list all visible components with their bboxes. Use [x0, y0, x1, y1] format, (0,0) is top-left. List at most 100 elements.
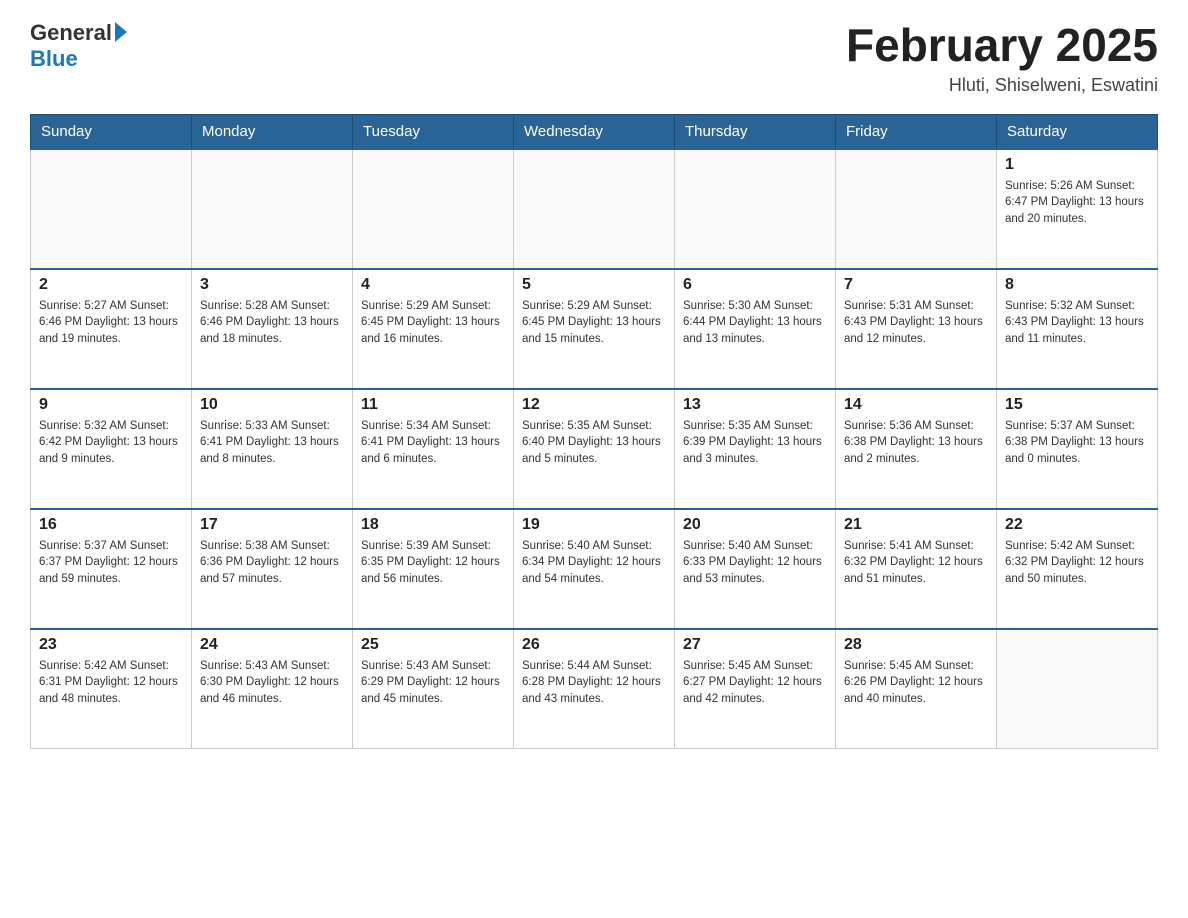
day-number: 19	[522, 516, 666, 534]
day-cell: 16 Sunrise: 5:37 AM Sunset: 6:37 PM Dayli…	[31, 509, 192, 629]
weekday-header-thursday: Thursday	[675, 114, 836, 149]
day-cell: 9 Sunrise: 5:32 AM Sunset: 6:42 PM Daylig…	[31, 389, 192, 509]
page-header: General Blue February 2025 Hluti, Shisel…	[30, 20, 1158, 96]
day-info: Sunrise: 5:45 AM Sunset: 6:27 PM Dayligh…	[683, 658, 827, 708]
weekday-header-monday: Monday	[192, 114, 353, 149]
day-info: Sunrise: 5:42 AM Sunset: 6:32 PM Dayligh…	[1005, 538, 1149, 588]
day-cell: 22 Sunrise: 5:42 AM Sunset: 6:32 PM Dayli…	[997, 509, 1158, 629]
weekday-header-sunday: Sunday	[31, 114, 192, 149]
day-cell: 28 Sunrise: 5:45 AM Sunset: 6:26 PM Dayli…	[836, 629, 997, 749]
day-cell: 12 Sunrise: 5:35 AM Sunset: 6:40 PM Dayli…	[514, 389, 675, 509]
day-info: Sunrise: 5:37 AM Sunset: 6:38 PM Dayligh…	[1005, 418, 1149, 468]
weekday-header-saturday: Saturday	[997, 114, 1158, 149]
day-info: Sunrise: 5:28 AM Sunset: 6:46 PM Dayligh…	[200, 298, 344, 348]
day-cell	[997, 629, 1158, 749]
day-number: 12	[522, 396, 666, 414]
day-info: Sunrise: 5:40 AM Sunset: 6:33 PM Dayligh…	[683, 538, 827, 588]
weekday-header-tuesday: Tuesday	[353, 114, 514, 149]
day-number: 24	[200, 636, 344, 654]
day-info: Sunrise: 5:30 AM Sunset: 6:44 PM Dayligh…	[683, 298, 827, 348]
title-section: February 2025 Hluti, Shiselweni, Eswatin…	[846, 20, 1158, 96]
day-cell: 13Sunrise: 5:35 AM Sunset: 6:39 PM Dayli…	[675, 389, 836, 509]
day-number: 15	[1005, 396, 1149, 414]
weekday-header-wednesday: Wednesday	[514, 114, 675, 149]
location-title: Hluti, Shiselweni, Eswatini	[846, 75, 1158, 96]
day-cell: 19Sunrise: 5:40 AM Sunset: 6:34 PM Dayli…	[514, 509, 675, 629]
day-cell	[514, 149, 675, 269]
day-number: 5	[522, 276, 666, 294]
day-cell: 7 Sunrise: 5:31 AM Sunset: 6:43 PM Daylig…	[836, 269, 997, 389]
month-title: February 2025	[846, 20, 1158, 71]
day-number: 3	[200, 276, 344, 294]
day-info: Sunrise: 5:32 AM Sunset: 6:43 PM Dayligh…	[1005, 298, 1149, 348]
day-number: 2	[39, 276, 183, 294]
day-cell: 23Sunrise: 5:42 AM Sunset: 6:31 PM Dayli…	[31, 629, 192, 749]
day-cell: 26Sunrise: 5:44 AM Sunset: 6:28 PM Dayli…	[514, 629, 675, 749]
week-row-2: 2 Sunrise: 5:27 AM Sunset: 6:46 PM Daylig…	[31, 269, 1158, 389]
day-number: 6	[683, 276, 827, 294]
week-row-4: 16 Sunrise: 5:37 AM Sunset: 6:37 PM Dayli…	[31, 509, 1158, 629]
week-row-3: 9 Sunrise: 5:32 AM Sunset: 6:42 PM Daylig…	[31, 389, 1158, 509]
day-number: 25	[361, 636, 505, 654]
day-cell: 5 Sunrise: 5:29 AM Sunset: 6:45 PM Daylig…	[514, 269, 675, 389]
day-cell: 3 Sunrise: 5:28 AM Sunset: 6:46 PM Daylig…	[192, 269, 353, 389]
day-cell	[836, 149, 997, 269]
day-cell: 11Sunrise: 5:34 AM Sunset: 6:41 PM Dayli…	[353, 389, 514, 509]
day-cell	[353, 149, 514, 269]
calendar-table: SundayMondayTuesdayWednesdayThursdayFrid…	[30, 114, 1158, 750]
day-number: 7	[844, 276, 988, 294]
day-cell: 4Sunrise: 5:29 AM Sunset: 6:45 PM Daylig…	[353, 269, 514, 389]
day-number: 28	[844, 636, 988, 654]
logo-text-general: General	[30, 20, 112, 46]
day-number: 23	[39, 636, 183, 654]
logo-text-blue: Blue	[30, 46, 78, 72]
day-number: 14	[844, 396, 988, 414]
day-number: 13	[683, 396, 827, 414]
day-info: Sunrise: 5:26 AM Sunset: 6:47 PM Dayligh…	[1005, 178, 1149, 228]
day-number: 18	[361, 516, 505, 534]
day-info: Sunrise: 5:27 AM Sunset: 6:46 PM Dayligh…	[39, 298, 183, 348]
day-number: 27	[683, 636, 827, 654]
day-info: Sunrise: 5:31 AM Sunset: 6:43 PM Dayligh…	[844, 298, 988, 348]
day-number: 22	[1005, 516, 1149, 534]
day-info: Sunrise: 5:32 AM Sunset: 6:42 PM Dayligh…	[39, 418, 183, 468]
day-cell: 27 Sunrise: 5:45 AM Sunset: 6:27 PM Dayli…	[675, 629, 836, 749]
weekday-header-row: SundayMondayTuesdayWednesdayThursdayFrid…	[31, 114, 1158, 149]
day-info: Sunrise: 5:37 AM Sunset: 6:37 PM Dayligh…	[39, 538, 183, 588]
week-row-5: 23Sunrise: 5:42 AM Sunset: 6:31 PM Dayli…	[31, 629, 1158, 749]
day-number: 10	[200, 396, 344, 414]
day-info: Sunrise: 5:41 AM Sunset: 6:32 PM Dayligh…	[844, 538, 988, 588]
day-number: 1	[1005, 156, 1149, 174]
day-cell: 25 Sunrise: 5:43 AM Sunset: 6:29 PM Dayli…	[353, 629, 514, 749]
day-number: 16	[39, 516, 183, 534]
day-cell: 10Sunrise: 5:33 AM Sunset: 6:41 PM Dayli…	[192, 389, 353, 509]
day-cell: 17 Sunrise: 5:38 AM Sunset: 6:36 PM Dayli…	[192, 509, 353, 629]
day-info: Sunrise: 5:29 AM Sunset: 6:45 PM Dayligh…	[522, 298, 666, 348]
day-cell: 6 Sunrise: 5:30 AM Sunset: 6:44 PM Daylig…	[675, 269, 836, 389]
day-number: 9	[39, 396, 183, 414]
day-cell: 8 Sunrise: 5:32 AM Sunset: 6:43 PM Daylig…	[997, 269, 1158, 389]
week-row-1: 1 Sunrise: 5:26 AM Sunset: 6:47 PM Daylig…	[31, 149, 1158, 269]
day-number: 8	[1005, 276, 1149, 294]
day-info: Sunrise: 5:43 AM Sunset: 6:29 PM Dayligh…	[361, 658, 505, 708]
day-info: Sunrise: 5:45 AM Sunset: 6:26 PM Dayligh…	[844, 658, 988, 708]
day-cell	[192, 149, 353, 269]
day-cell: 1 Sunrise: 5:26 AM Sunset: 6:47 PM Daylig…	[997, 149, 1158, 269]
day-info: Sunrise: 5:43 AM Sunset: 6:30 PM Dayligh…	[200, 658, 344, 708]
day-info: Sunrise: 5:38 AM Sunset: 6:36 PM Dayligh…	[200, 538, 344, 588]
day-number: 20	[683, 516, 827, 534]
day-cell	[31, 149, 192, 269]
day-number: 17	[200, 516, 344, 534]
day-number: 11	[361, 396, 505, 414]
day-number: 21	[844, 516, 988, 534]
day-cell: 2 Sunrise: 5:27 AM Sunset: 6:46 PM Daylig…	[31, 269, 192, 389]
day-cell: 24 Sunrise: 5:43 AM Sunset: 6:30 PM Dayli…	[192, 629, 353, 749]
weekday-header-friday: Friday	[836, 114, 997, 149]
day-info: Sunrise: 5:36 AM Sunset: 6:38 PM Dayligh…	[844, 418, 988, 468]
logo: General Blue	[30, 20, 127, 72]
day-cell: 20 Sunrise: 5:40 AM Sunset: 6:33 PM Dayli…	[675, 509, 836, 629]
day-cell	[675, 149, 836, 269]
day-cell: 21 Sunrise: 5:41 AM Sunset: 6:32 PM Dayli…	[836, 509, 997, 629]
day-info: Sunrise: 5:35 AM Sunset: 6:40 PM Dayligh…	[522, 418, 666, 468]
day-info: Sunrise: 5:44 AM Sunset: 6:28 PM Dayligh…	[522, 658, 666, 708]
